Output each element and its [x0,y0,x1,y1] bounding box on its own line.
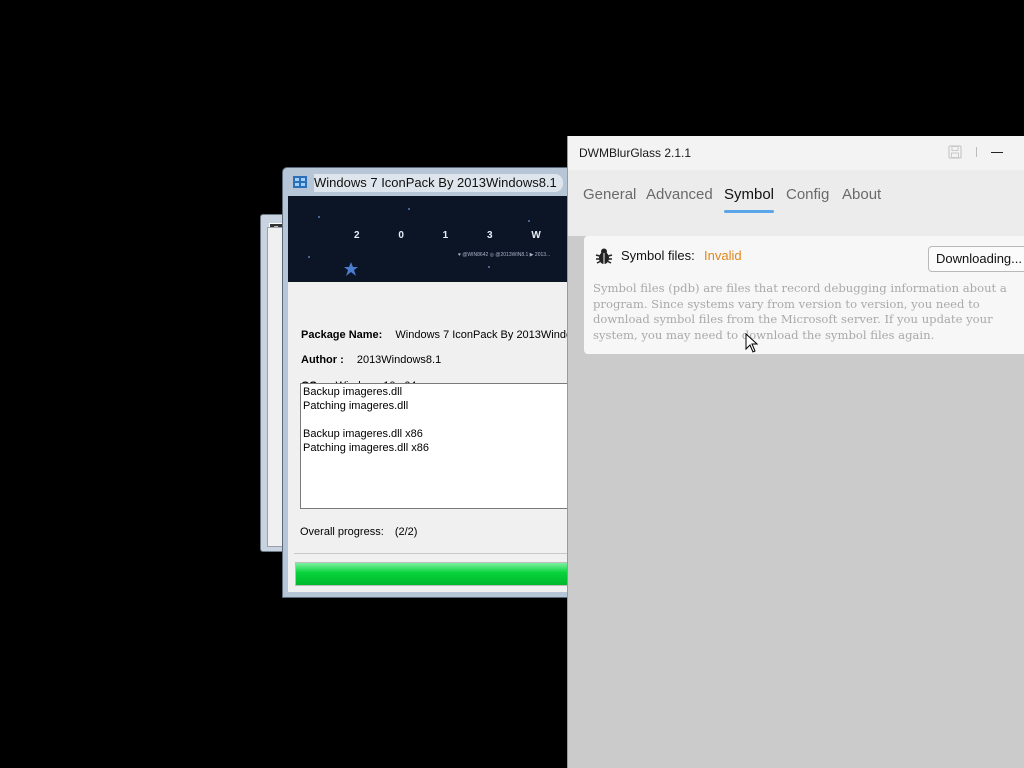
install-log[interactable]: Backup imageres.dll Patching imageres.dl… [300,383,580,509]
installer-title: Windows 7 IconPack By 2013Windows8.1 [314,174,563,192]
dwmblurglass-window[interactable]: DWMBlurGlass 2.1.1 General Advanced Symb… [567,136,1024,768]
package-name-row: Package Name: Windows 7 IconPack By 2013… [301,329,601,341]
save-icon[interactable] [948,145,962,159]
mouse-cursor-icon [745,333,759,353]
divider [294,553,581,554]
tab-bar: General Advanced Symbol Config About [568,170,1024,236]
symbol-description: Symbol files (pdb) are files that record… [593,281,1007,342]
star-icon [344,262,358,276]
author-value: 2013Windows8.1 [356,354,442,366]
minimize-icon[interactable] [991,152,1003,153]
download-button[interactable]: Downloading... [928,246,1024,272]
active-tab-indicator [724,210,774,213]
symbol-files-label: Symbol files: [621,248,695,263]
installer-titlebar[interactable]: Windows 7 IconPack By 2013Windows8.1 [283,168,581,196]
progress-count: (2/2) [394,526,418,538]
log-line: Backup imageres.dll x86 [303,428,423,440]
symbol-card: Symbol files: Invalid Downloading... Sym… [584,236,1024,354]
window-title: DWMBlurGlass 2.1.1 [579,146,692,160]
dwm-titlebar[interactable]: DWMBlurGlass 2.1.1 [568,136,1024,170]
symbol-page: Symbol files: Invalid Downloading... Sym… [568,236,1024,768]
tab-about[interactable]: About [842,186,881,203]
banner-logo-text: 2 0 1 3 W I N D O [354,230,581,241]
log-line: Backup imageres.dll [303,386,403,398]
tab-general[interactable]: General [583,186,636,203]
installer-client: 2 0 1 3 W I N D O ♥ @WIN8642 ◎ @2013WIN8… [288,196,601,592]
progress-label: Overall progress: [300,526,384,538]
installer-banner: 2 0 1 3 W I N D O ♥ @WIN8642 ◎ @2013WIN8… [288,196,581,282]
bug-icon [595,248,613,264]
progress-bar [295,562,581,586]
author-row: Author : 2013Windows8.1 [301,354,441,366]
tab-advanced[interactable]: Advanced [646,186,713,203]
tab-symbol[interactable]: Symbol [724,186,774,203]
package-name-label: Package Name: [301,329,383,341]
progress-bar-fill [296,563,580,585]
app-icon [293,176,307,188]
log-line: Patching imageres.dll x86 [303,442,429,454]
banner-social-text: ♥ @WIN8642 ◎ @2013WIN8.1 ▶ 2013... [458,252,551,258]
author-label: Author : [301,354,344,366]
installer-window[interactable]: Windows 7 IconPack By 2013Windows8.1 2 0… [282,167,601,598]
log-line: Patching imageres.dll [303,400,409,412]
titlebar-separator [976,147,977,157]
symbol-status: Invalid [704,248,742,263]
overall-progress: Overall progress: (2/2) [300,526,417,538]
tab-config[interactable]: Config [786,186,829,203]
